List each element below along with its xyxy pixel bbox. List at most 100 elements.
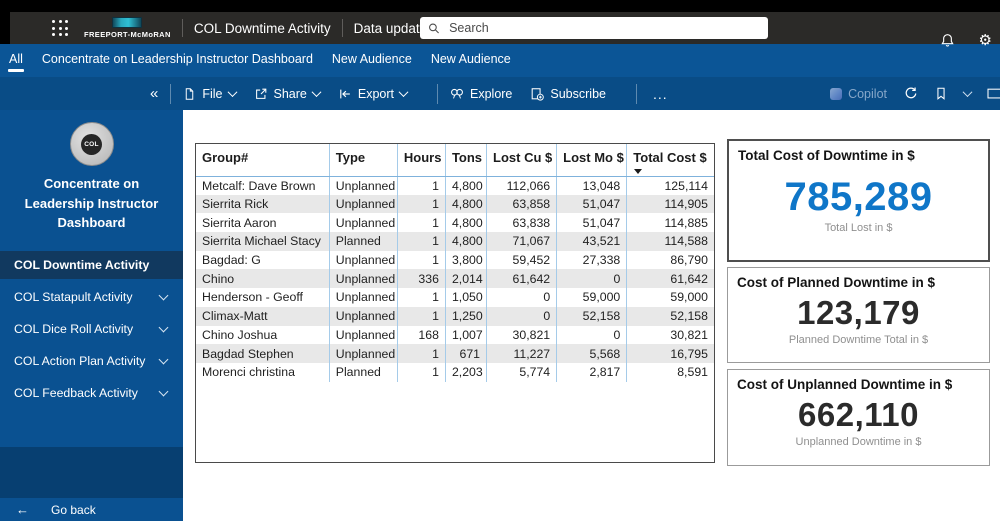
full-screen-monitor-icon[interactable] <box>987 87 1000 101</box>
settings-gear-icon[interactable]: ⚙ <box>979 33 992 48</box>
table-cell: 86,790 <box>670 253 708 268</box>
app-window: FREEPORT-McMoRAN COL Downtime Activity D… <box>0 0 1000 521</box>
go-back-button[interactable]: ← Go back <box>0 498 183 521</box>
tab-new-audience[interactable]: New Audience <box>331 50 413 72</box>
table-cell: 51,047 <box>556 213 628 233</box>
sidebar-item-col-action-plan-activity[interactable]: COL Action Plan Activity <box>0 347 183 375</box>
table-cell: 4,800 <box>445 176 488 195</box>
table-cell: 112,066 <box>486 176 558 195</box>
chevron-down-icon <box>398 87 409 98</box>
search-box[interactable] <box>420 17 768 39</box>
table-row[interactable]: Sierrita Rick Unplanned 1 4,800 63,858 51,047… <box>196 194 714 214</box>
table-cell: 61,642 <box>670 271 708 286</box>
tab-new-audience[interactable]: New Audience <box>430 50 512 72</box>
table-cell: 5,774 <box>486 362 558 382</box>
kpi-card-value: 123,179 <box>797 294 920 331</box>
table-cell: Chino Joshua <box>196 325 330 345</box>
tab-concentrate-on-leadership-instructor-dashboard[interactable]: Concentrate on Leadership Instructor Das… <box>41 50 314 72</box>
table-row[interactable]: Bagdad Stephen Unplanned 1 671 11,227 5,568 16… <box>196 344 714 363</box>
table-cell: Unplanned <box>329 176 398 195</box>
explore-button[interactable]: Explore <box>450 87 512 101</box>
table-cell: 1 <box>397 362 446 382</box>
collapse-pane-icon[interactable]: « <box>150 86 158 101</box>
downtime-table: Group# Type Hours Tons Lost Cu $ Lost Mo $ Tot… <box>195 143 715 463</box>
col-logo: COL <box>69 122 114 166</box>
sidebar-item-col-dice-roll-activity[interactable]: COL Dice Roll Activity <box>0 315 183 343</box>
table-row[interactable]: Sierrita Aaron Unplanned 1 4,800 63,838 51,04… <box>196 213 714 233</box>
chevron-down-icon <box>227 87 237 98</box>
subscribe-icon <box>532 87 545 101</box>
table-cell: 52,158 <box>556 306 628 326</box>
table-cell: 114,885 <box>664 215 708 230</box>
table-cell: 1 <box>397 344 446 363</box>
chevron-down-icon[interactable] <box>962 87 973 98</box>
copilot-icon <box>830 87 843 100</box>
column-header[interactable]: Type <box>329 144 398 177</box>
tab-bar: All Concentrate on Leadership Instructor … <box>0 44 1000 77</box>
table-row[interactable]: Chino Joshua Unplanned 168 1,007 30,821 0 30,8… <box>196 325 714 345</box>
table-cell: Unplanned <box>329 325 398 345</box>
table-row[interactable]: Climax-Matt Unplanned 1 1,250 0 52,158 52,158 <box>196 306 714 326</box>
table-cell: 1,050 <box>445 288 488 307</box>
chevron-down-icon <box>158 290 169 300</box>
sidebar-menu: COL Downtime Activity COL Statapult Activ… <box>0 250 183 407</box>
table-cell: 1 <box>397 250 446 270</box>
back-arrow-icon: ← <box>16 502 29 517</box>
search-input[interactable] <box>447 20 760 36</box>
table-row[interactable]: Bagdad: G Unplanned 1 3,800 59,452 27,338 86,7… <box>196 250 714 270</box>
brand-flag-icon <box>112 17 143 28</box>
column-header[interactable]: Lost Cu $ <box>486 144 558 177</box>
sidebar-title: Concentrate on Leadership Instructor Das… <box>24 176 159 230</box>
table-cell: 5,568 <box>556 344 628 363</box>
table-row[interactable]: Chino Unplanned 336 2,014 61,642 0 61,642 <box>196 269 714 289</box>
table-cell: 59,000 <box>670 290 708 305</box>
table-cell: Unplanned <box>329 269 398 289</box>
table-row[interactable]: Morenci christina Planned 1 2,203 5,774 2,817… <box>196 362 714 382</box>
table-cell: 1 <box>397 232 446 251</box>
table-row[interactable]: Sierrita Michael Stacy Planned 1 4,800 71,06… <box>196 232 714 251</box>
table-cell: 0 <box>556 269 628 289</box>
table-cell: 1,007 <box>445 325 488 345</box>
refresh-icon[interactable] <box>903 86 918 101</box>
chevron-down-icon <box>158 354 169 364</box>
table-cell: Sierrita Rick <box>196 194 330 214</box>
chevron-down-icon <box>311 87 322 98</box>
notifications-bell-icon[interactable] <box>940 33 955 48</box>
share-label: Share <box>273 86 307 101</box>
table-cell: 168 <box>397 325 446 345</box>
sidebar-item-col-statapult-activity[interactable]: COL Statapult Activity <box>0 283 183 311</box>
table-row[interactable]: Henderson - Geoff Unplanned 1 1,050 0 59,000 5… <box>196 288 714 307</box>
table-cell: 43,521 <box>556 232 628 251</box>
export-menu-button[interactable]: Export <box>338 87 409 101</box>
sidebar-item-col-downtime-activity[interactable]: COL Downtime Activity <box>0 250 183 279</box>
column-header[interactable]: Group# <box>196 144 330 177</box>
copilot-label: Copilot <box>848 86 887 101</box>
column-header[interactable]: Tons <box>445 144 488 177</box>
sidebar-item-label: COL Dice Roll Activity <box>14 321 134 336</box>
file-menu-button[interactable]: File <box>183 87 237 101</box>
table-cell: 1,250 <box>445 306 488 326</box>
kpi-card-title: Total Cost of Downtime in $ <box>738 148 915 163</box>
chevron-down-icon <box>158 322 169 332</box>
table-row[interactable]: Metcalf: Dave Brown Unplanned 1 4,800 112,06… <box>196 176 714 195</box>
column-header[interactable]: Hours <box>397 144 446 177</box>
table-cell: 336 <box>397 269 446 289</box>
table-cell: 2,817 <box>556 362 628 382</box>
table-cell: Climax-Matt <box>196 306 330 326</box>
table-cell: 51,047 <box>556 194 628 214</box>
table-cell: 0 <box>486 306 558 326</box>
bookmark-icon[interactable] <box>934 86 948 101</box>
sidebar-shade <box>0 447 183 499</box>
more-options-icon[interactable]: ... <box>653 86 668 102</box>
kpi-card-value: 662,110 <box>798 396 919 433</box>
sidebar-item-label: COL Statapult Activity <box>14 289 133 304</box>
table-cell: Unplanned <box>329 306 398 326</box>
sidebar-item-col-feedback-activity[interactable]: COL Feedback Activity <box>0 379 183 407</box>
subscribe-button[interactable]: Subscribe <box>530 87 606 101</box>
app-launcher-icon[interactable] <box>52 20 68 36</box>
share-menu-button[interactable]: Share <box>254 86 322 101</box>
column-header[interactable]: Total Cost $ <box>626 144 714 177</box>
tab-all[interactable]: All <box>8 50 24 72</box>
table-cell: 4,800 <box>445 194 488 214</box>
column-header[interactable]: Lost Mo $ <box>556 144 628 177</box>
